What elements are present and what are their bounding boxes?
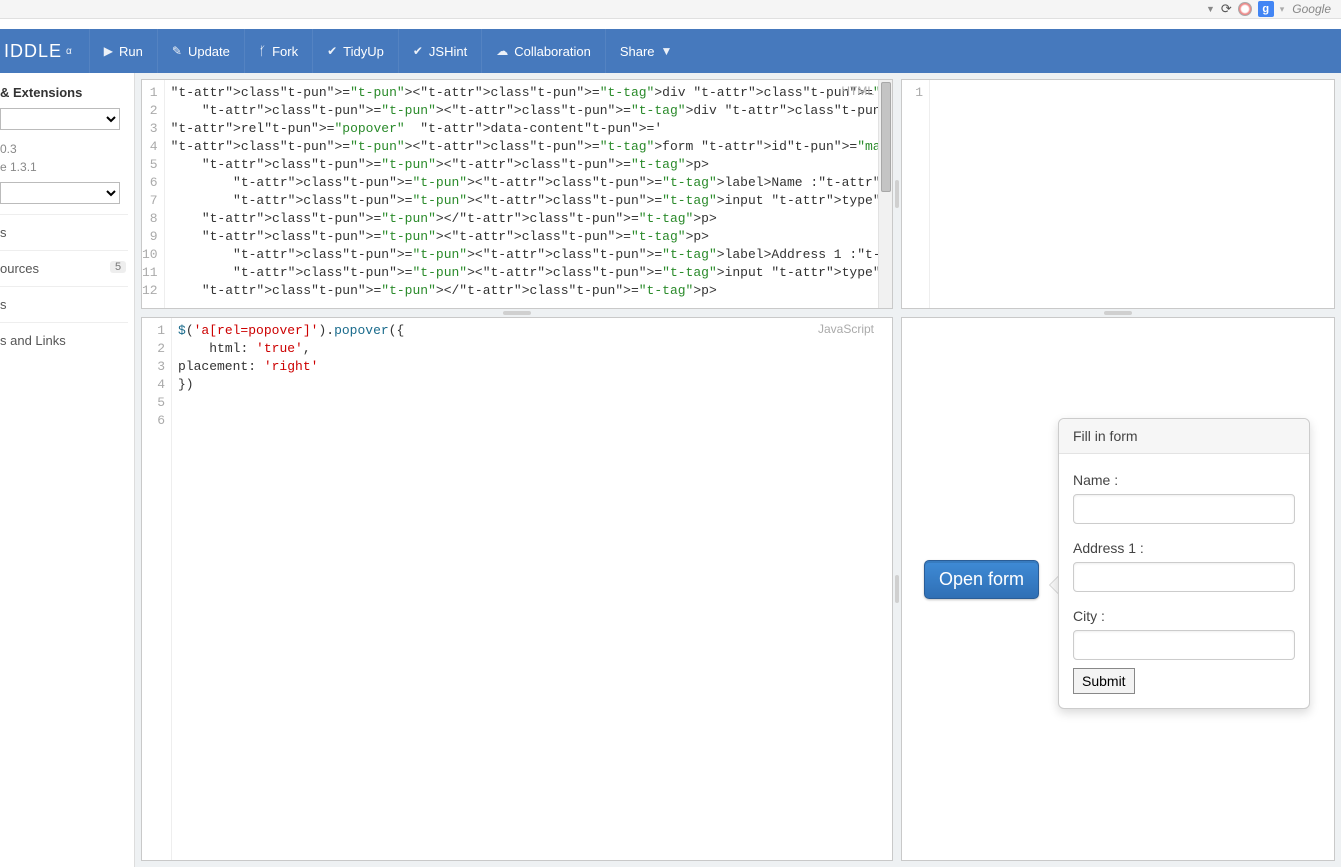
- address-label: Address 1 :: [1073, 540, 1295, 556]
- name-label: Name :: [1073, 472, 1295, 488]
- center-cross[interactable]: [893, 309, 901, 317]
- html-code[interactable]: "t-attr">class"t-pun">="t-pun"><"t-attr"…: [165, 80, 892, 308]
- reload-icon[interactable]: ⟳: [1221, 1, 1232, 17]
- css-code[interactable]: [930, 80, 1334, 308]
- tidyup-button[interactable]: ✔ TidyUp: [312, 29, 398, 73]
- framework-select-1[interactable]: [0, 108, 120, 130]
- fork-label: Fork: [272, 44, 298, 59]
- check-icon: ✔: [327, 44, 337, 58]
- css-line-numbers: 1: [902, 80, 930, 308]
- sidebar-row-1[interactable]: s: [0, 214, 128, 250]
- panels-grid: HTML 123456789101112 "t-attr">class"t-pu…: [135, 73, 1341, 867]
- run-label: Run: [119, 44, 143, 59]
- sidebar-row-resources[interactable]: ources 5: [0, 250, 128, 286]
- html-panel[interactable]: HTML 123456789101112 "t-attr">class"t-pu…: [141, 79, 893, 309]
- html-line-numbers: 123456789101112: [142, 80, 165, 308]
- play-icon: ▶: [104, 44, 113, 58]
- workspace: & Extensions 0.3 e 1.3.1 s ources 5 s s …: [0, 73, 1341, 867]
- city-input[interactable]: [1073, 630, 1295, 660]
- result-panel: Open form Fill in form Name : Address 1 …: [901, 317, 1335, 861]
- check-icon: ✔: [413, 44, 423, 58]
- update-button[interactable]: ✎ Update: [157, 29, 244, 73]
- sidebar: & Extensions 0.3 e 1.3.1 s ources 5 s s …: [0, 73, 135, 867]
- html-editor[interactable]: 123456789101112 "t-attr">class"t-pun">="…: [142, 80, 892, 308]
- tidyup-label: TidyUp: [343, 44, 384, 59]
- google-badge-icon[interactable]: g: [1258, 1, 1274, 17]
- share-label: Share: [620, 44, 655, 59]
- open-form-button[interactable]: Open form: [924, 560, 1039, 599]
- search-engine-label[interactable]: Google: [1292, 2, 1331, 16]
- cloud-icon: ☁: [496, 44, 508, 58]
- dropdown-icon[interactable]: ▼: [1206, 4, 1215, 14]
- share-button[interactable]: Share ▼: [605, 29, 687, 73]
- js-line-numbers: 123456: [142, 318, 172, 860]
- resources-count-badge: 5: [110, 261, 126, 273]
- framework-option-2: e 1.3.1: [0, 158, 128, 176]
- logo[interactable]: IDDLE α: [0, 29, 89, 73]
- popover-arrow-icon: [1049, 576, 1058, 594]
- run-button[interactable]: ▶ Run: [89, 29, 157, 73]
- column-splitter[interactable]: [893, 79, 901, 309]
- popover-body: Name : Address 1 : City : Submit: [1059, 454, 1309, 708]
- html-panel-label: HTML: [841, 84, 874, 98]
- sidebar-row-links[interactable]: s and Links: [0, 322, 128, 358]
- update-label: Update: [188, 44, 230, 59]
- city-label: City :: [1073, 608, 1295, 624]
- collaboration-button[interactable]: ☁ Collaboration: [481, 29, 605, 73]
- column-splitter-lower[interactable]: [893, 317, 901, 861]
- framework-select-2[interactable]: [0, 182, 120, 204]
- jshint-button[interactable]: ✔ JSHint: [398, 29, 481, 73]
- search-sep: ▾: [1280, 4, 1285, 15]
- name-input[interactable]: [1073, 494, 1295, 524]
- topbar: IDDLE α ▶ Run ✎ Update ᚶ Fork ✔ TidyUp ✔…: [0, 29, 1341, 73]
- row-splitter-left[interactable]: [141, 309, 893, 317]
- sidebar-row-3[interactable]: s: [0, 286, 128, 322]
- browser-chrome: ▼ ⟳ g ▾ Google: [0, 0, 1341, 19]
- collaboration-label: Collaboration: [514, 44, 591, 59]
- framework-option-1: 0.3: [0, 140, 128, 158]
- address-input[interactable]: [1073, 562, 1295, 592]
- js-editor[interactable]: 123456 $('a[rel=popover]').popover({ htm…: [142, 318, 892, 860]
- fork-icon: ᚶ: [259, 44, 266, 58]
- logo-text: IDDLE: [4, 41, 62, 62]
- pencil-icon: ✎: [172, 44, 182, 58]
- js-code[interactable]: $('a[rel=popover]').popover({ html: 'tru…: [172, 318, 892, 860]
- popover-title: Fill in form: [1059, 419, 1309, 454]
- chevron-down-icon: ▼: [661, 44, 673, 58]
- fork-button[interactable]: ᚶ Fork: [244, 29, 312, 73]
- sidebar-heading: & Extensions: [0, 81, 128, 108]
- spacer: [0, 19, 1341, 29]
- css-panel[interactable]: 1: [901, 79, 1335, 309]
- css-editor[interactable]: 1: [902, 80, 1334, 308]
- js-panel[interactable]: JavaScript 123456 $('a[rel=popover]').po…: [141, 317, 893, 861]
- jshint-label: JSHint: [429, 44, 467, 59]
- submit-button[interactable]: Submit: [1073, 668, 1135, 694]
- logo-suffix: α: [66, 46, 73, 57]
- js-panel-label: JavaScript: [818, 322, 874, 336]
- popover: Fill in form Name : Address 1 : City : S…: [1058, 418, 1310, 709]
- html-scrollbar[interactable]: [878, 80, 892, 308]
- row-splitter-right[interactable]: [901, 309, 1335, 317]
- noscript-icon[interactable]: [1238, 2, 1252, 16]
